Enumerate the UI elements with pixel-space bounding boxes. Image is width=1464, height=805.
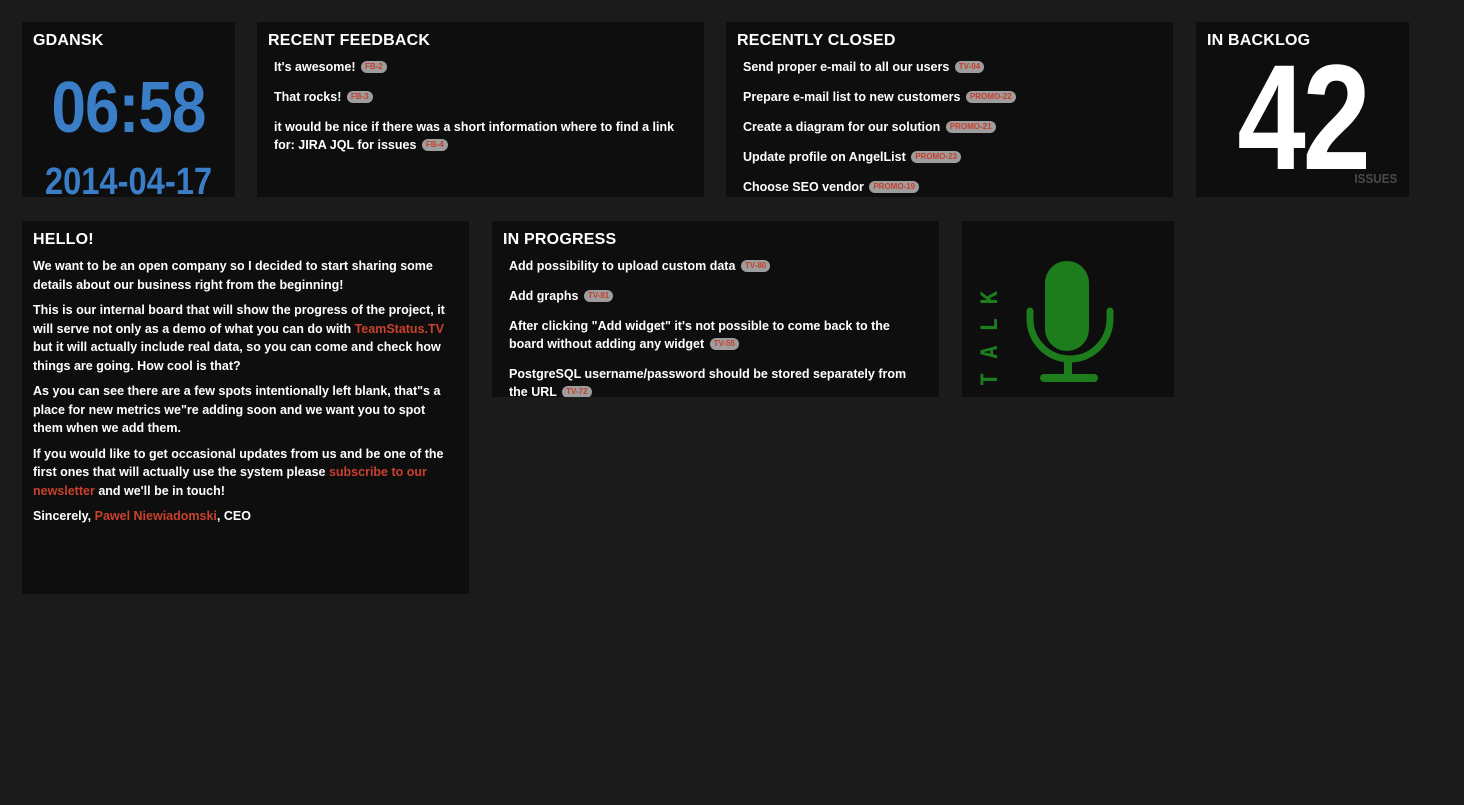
- clock-time: 06:58: [51, 68, 206, 148]
- progress-item[interactable]: Add graphs TV-81: [509, 287, 919, 305]
- issue-tag[interactable]: FB-4: [421, 138, 448, 151]
- issue-text: Prepare e-mail list to new customers: [743, 90, 961, 104]
- widget-title: IN PROGRESS: [503, 231, 617, 248]
- hello-paragraph: This is our internal board that will sho…: [33, 301, 453, 375]
- in-progress-widget: IN PROGRESS Add possibility to upload cu…: [492, 221, 939, 397]
- closed-item[interactable]: Prepare e-mail list to new customers PRO…: [743, 88, 1163, 106]
- issue-tag[interactable]: PROMO-19: [869, 180, 920, 193]
- closed-item[interactable]: Send proper e-mail to all our users TV-9…: [743, 58, 1163, 76]
- hello-widget: HELLO! We want to be an open company so …: [22, 221, 469, 594]
- hello-body: We want to be an open company so I decid…: [33, 257, 453, 533]
- hello-paragraph: As you can see there are a few spots int…: [33, 384, 441, 435]
- feedback-item[interactable]: That rocks! FB-3: [274, 88, 694, 106]
- closed-item[interactable]: Choose SEO vendor PROMO-19: [743, 178, 1163, 196]
- teamstatus-link[interactable]: TeamStatus.TV: [355, 322, 444, 336]
- issue-tag[interactable]: TV-80: [740, 259, 771, 272]
- progress-list: Add possibility to upload custom data TV…: [509, 257, 919, 397]
- paragraph-text: Sincerely,: [33, 509, 95, 523]
- backlog-count: 42: [1237, 33, 1371, 197]
- feedback-list: It's awesome! FB-2 That rocks! FB-3 it w…: [274, 58, 694, 166]
- issue-tag[interactable]: PROMO-23: [911, 150, 962, 163]
- issue-tag[interactable]: FB-3: [346, 90, 373, 103]
- issue-text: it would be nice if there was a short in…: [274, 120, 675, 152]
- issue-text: It's awesome!: [274, 60, 356, 74]
- issue-tag[interactable]: TV-81: [583, 289, 614, 302]
- closed-list: Send proper e-mail to all our users TV-9…: [743, 58, 1163, 197]
- talk-label: TALK: [978, 277, 1003, 386]
- issue-text: That rocks!: [274, 90, 342, 104]
- issue-text: Update profile on AngelList: [743, 150, 906, 164]
- issue-tag[interactable]: TV-94: [954, 60, 985, 73]
- issue-tag[interactable]: PROMO-21: [945, 120, 996, 133]
- closed-item[interactable]: Update profile on AngelList PROMO-23: [743, 148, 1163, 166]
- recent-feedback-widget: RECENT FEEDBACK It's awesome! FB-2 That …: [257, 22, 704, 197]
- issue-text: Add graphs: [509, 289, 579, 303]
- issue-tag[interactable]: TV-55: [709, 337, 739, 350]
- clock-widget: GDANSK 06:58 2014-04-17: [22, 22, 235, 197]
- feedback-item[interactable]: it would be nice if there was a short in…: [274, 118, 694, 154]
- hello-paragraph: If you would like to get occasional upda…: [33, 445, 453, 501]
- widget-title: RECENT FEEDBACK: [268, 32, 431, 49]
- progress-item[interactable]: After clicking "Add widget" it's not pos…: [509, 317, 919, 353]
- clock-city: GDANSK: [33, 32, 104, 49]
- issue-text: Create a diagram for our solution: [743, 120, 941, 134]
- progress-item[interactable]: Add possibility to upload custom data TV…: [509, 257, 919, 275]
- recently-closed-widget: RECENTLY CLOSED Send proper e-mail to al…: [726, 22, 1173, 197]
- issue-text: Add possibility to upload custom data: [509, 259, 736, 273]
- backlog-widget: IN BACKLOG 42 ISSUES: [1196, 22, 1409, 197]
- clock-date: 2014-04-17: [44, 161, 213, 197]
- issue-text: Send proper e-mail to all our users: [743, 60, 950, 74]
- feedback-item[interactable]: It's awesome! FB-2: [274, 58, 694, 76]
- widget-title: RECENTLY CLOSED: [737, 32, 896, 49]
- issue-tag[interactable]: TV-72: [562, 385, 592, 397]
- hello-signature: Sincerely, Pawel Niewiadomski, CEO: [33, 507, 453, 526]
- issue-text: Choose SEO vendor: [743, 180, 864, 194]
- issue-tag[interactable]: PROMO-22: [965, 90, 1016, 103]
- microphone-icon: [1026, 261, 1114, 382]
- hello-paragraph: We want to be an open company so I decid…: [33, 259, 433, 292]
- author-link[interactable]: Pawel Niewiadomski: [95, 509, 217, 523]
- talk-widget[interactable]: TALK: [962, 221, 1174, 397]
- issue-text: After clicking "Add widget" it's not pos…: [509, 319, 890, 351]
- widget-title: HELLO!: [33, 231, 94, 248]
- paragraph-text: but it will actually include real data, …: [33, 340, 441, 373]
- paragraph-text: , CEO: [216, 509, 251, 523]
- backlog-unit: ISSUES: [1354, 171, 1398, 186]
- issue-tag[interactable]: FB-2: [360, 60, 387, 73]
- closed-item[interactable]: Create a diagram for our solution PROMO-…: [743, 118, 1163, 136]
- paragraph-text: and we'll be in touch!: [94, 483, 225, 498]
- progress-item[interactable]: PostgreSQL username/password should be s…: [509, 365, 919, 397]
